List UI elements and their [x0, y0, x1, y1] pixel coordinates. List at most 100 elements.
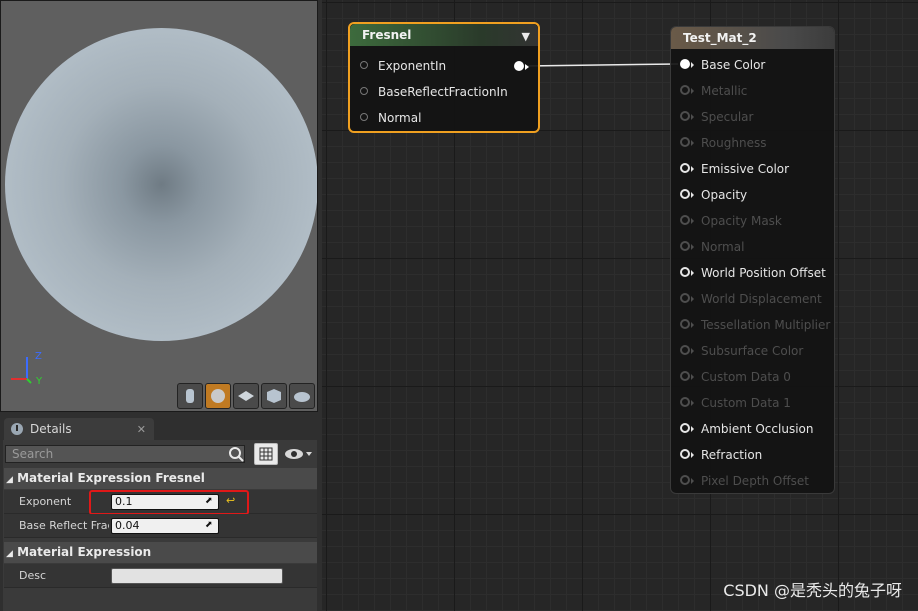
sphere-icon — [211, 389, 225, 403]
material-pin-row[interactable]: Opacity — [671, 185, 831, 205]
pin-icon[interactable] — [360, 61, 368, 69]
material-pin-row: Metallic — [671, 81, 831, 101]
pin-label: Pixel Depth Offset — [701, 474, 809, 488]
plane-preview-button[interactable] — [233, 383, 259, 409]
base-reflect-fraction-input[interactable]: 0.04 — [111, 518, 219, 534]
pin-arrow-icon — [691, 114, 694, 120]
pin-icon — [680, 371, 690, 381]
material-pin-row: Roughness — [671, 133, 831, 153]
pin-label: World Displacement — [701, 292, 822, 306]
tab-details[interactable]: Details ✕ — [4, 418, 154, 440]
preview-sphere — [5, 28, 317, 341]
material-pin-row: Pixel Depth Offset — [671, 471, 831, 491]
property-label: Desc — [19, 569, 47, 582]
output-pin-icon[interactable] — [514, 61, 524, 71]
pin-icon[interactable] — [680, 267, 690, 277]
section-title: Material Expression — [17, 545, 152, 559]
pin-icon — [680, 215, 690, 225]
left-panel: Z Y Details ✕ Search ◢ Material Expressi… — [0, 0, 322, 611]
preview-viewport[interactable]: Z Y — [0, 0, 318, 412]
cube-preview-button[interactable] — [261, 383, 287, 409]
pin-icon[interactable] — [680, 59, 690, 69]
material-graph-canvas[interactable]: Fresnel ▼ ExponentIn BaseReflectFraction… — [322, 0, 918, 611]
sphere-preview-button[interactable] — [205, 383, 231, 409]
pin-icon — [680, 85, 690, 95]
search-input[interactable]: Search — [5, 445, 245, 463]
material-pin-row: Tessellation Multiplier — [671, 315, 831, 335]
material-pin-row: Custom Data 1 — [671, 393, 831, 413]
cube-icon — [267, 389, 281, 403]
plane-icon — [238, 391, 254, 401]
pin-icon — [680, 397, 690, 407]
pin-arrow-icon — [691, 426, 694, 432]
test-mat-node-header[interactable]: Test_Mat_2 — [671, 27, 834, 49]
desc-input[interactable] — [111, 568, 283, 584]
pin-icon[interactable] — [680, 163, 690, 173]
pin-label: Normal — [701, 240, 745, 254]
material-pin-row[interactable]: World Position Offset — [671, 263, 831, 283]
material-pin-row[interactable]: Base Color — [671, 55, 831, 75]
pin-arrow-icon — [691, 166, 694, 172]
pin-label: Tessellation Multiplier — [701, 318, 831, 332]
pin-label: Ambient Occlusion — [701, 422, 814, 436]
collapse-arrow-icon: ◢ — [6, 549, 13, 559]
pin-arrow-icon — [691, 400, 694, 406]
pin-icon[interactable] — [360, 113, 368, 121]
pin-icon — [680, 293, 690, 303]
pin-arrow-icon — [691, 140, 694, 146]
pin-icon[interactable] — [680, 189, 690, 199]
eye-icon[interactable] — [284, 447, 314, 461]
section-title: Material Expression Fresnel — [17, 471, 205, 485]
collapse-triangle-icon[interactable]: ▼ — [522, 26, 530, 48]
cylinder-icon — [186, 389, 194, 403]
pin-label: Emissive Color — [701, 162, 790, 176]
pin-label: Refraction — [701, 448, 763, 462]
material-pin-row: Subsurface Color — [671, 341, 831, 361]
pin-arrow-icon — [691, 452, 694, 458]
pin-arrow-icon — [691, 478, 694, 484]
axis-z-label: Z — [35, 351, 42, 362]
material-pin-row: Custom Data 0 — [671, 367, 831, 387]
highlight-box — [89, 490, 249, 515]
node-title: Fresnel — [362, 28, 412, 42]
pin-label: Metallic — [701, 84, 748, 98]
details-tab-label: Details — [30, 422, 72, 436]
details-icon — [11, 423, 23, 435]
pin-icon[interactable] — [360, 87, 368, 95]
pin-arrow-icon — [691, 62, 694, 68]
fresnel-node[interactable]: Fresnel ▼ ExponentIn BaseReflectFraction… — [348, 22, 540, 133]
pin-label: Custom Data 0 — [701, 370, 791, 384]
pin-label: Opacity — [701, 188, 748, 202]
pin-icon — [680, 475, 690, 485]
watermark: CSDN @是秃头的兔子呀 — [723, 581, 902, 600]
expand-icon: ⬈ — [205, 520, 213, 530]
cylinder-preview-button[interactable] — [177, 383, 203, 409]
pin-icon[interactable] — [680, 449, 690, 459]
property-row-base-reflect-fraction: Base Reflect Frac 0.04 ⬈ — [4, 514, 317, 538]
pin-label: Roughness — [701, 136, 767, 150]
property-matrix-button[interactable] — [254, 443, 278, 465]
close-icon[interactable]: ✕ — [137, 423, 146, 436]
output-arrow-icon — [525, 64, 529, 70]
pin-label: Base Color — [701, 58, 766, 72]
pin-arrow-icon — [691, 270, 694, 276]
pin-icon — [680, 241, 690, 251]
fresnel-node-header[interactable]: Fresnel ▼ — [350, 24, 538, 46]
pin-label: BaseReflectFractionIn — [378, 85, 508, 99]
search-icon[interactable] — [228, 446, 244, 462]
material-pin-row[interactable]: Emissive Color — [671, 159, 831, 179]
section-material-expression-fresnel[interactable]: ◢ Material Expression Fresnel — [4, 468, 317, 489]
pin-icon[interactable] — [680, 423, 690, 433]
custom-mesh-preview-button[interactable] — [289, 383, 315, 409]
teapot-icon — [294, 392, 310, 402]
test-mat-node[interactable]: Test_Mat_2 Base Color Metallic Specular Rou… — [670, 26, 835, 494]
section-material-expression[interactable]: ◢ Material Expression — [4, 542, 317, 563]
property-label: Base Reflect Frac — [19, 519, 109, 532]
pin-icon — [680, 137, 690, 147]
node-title: Test_Mat_2 — [683, 31, 757, 45]
material-pin-row[interactable]: Refraction — [671, 445, 831, 465]
pin-label: Subsurface Color — [701, 344, 804, 358]
pin-arrow-icon — [691, 88, 694, 94]
material-pin-row[interactable]: Ambient Occlusion — [671, 419, 831, 439]
collapse-arrow-icon: ◢ — [6, 475, 13, 485]
